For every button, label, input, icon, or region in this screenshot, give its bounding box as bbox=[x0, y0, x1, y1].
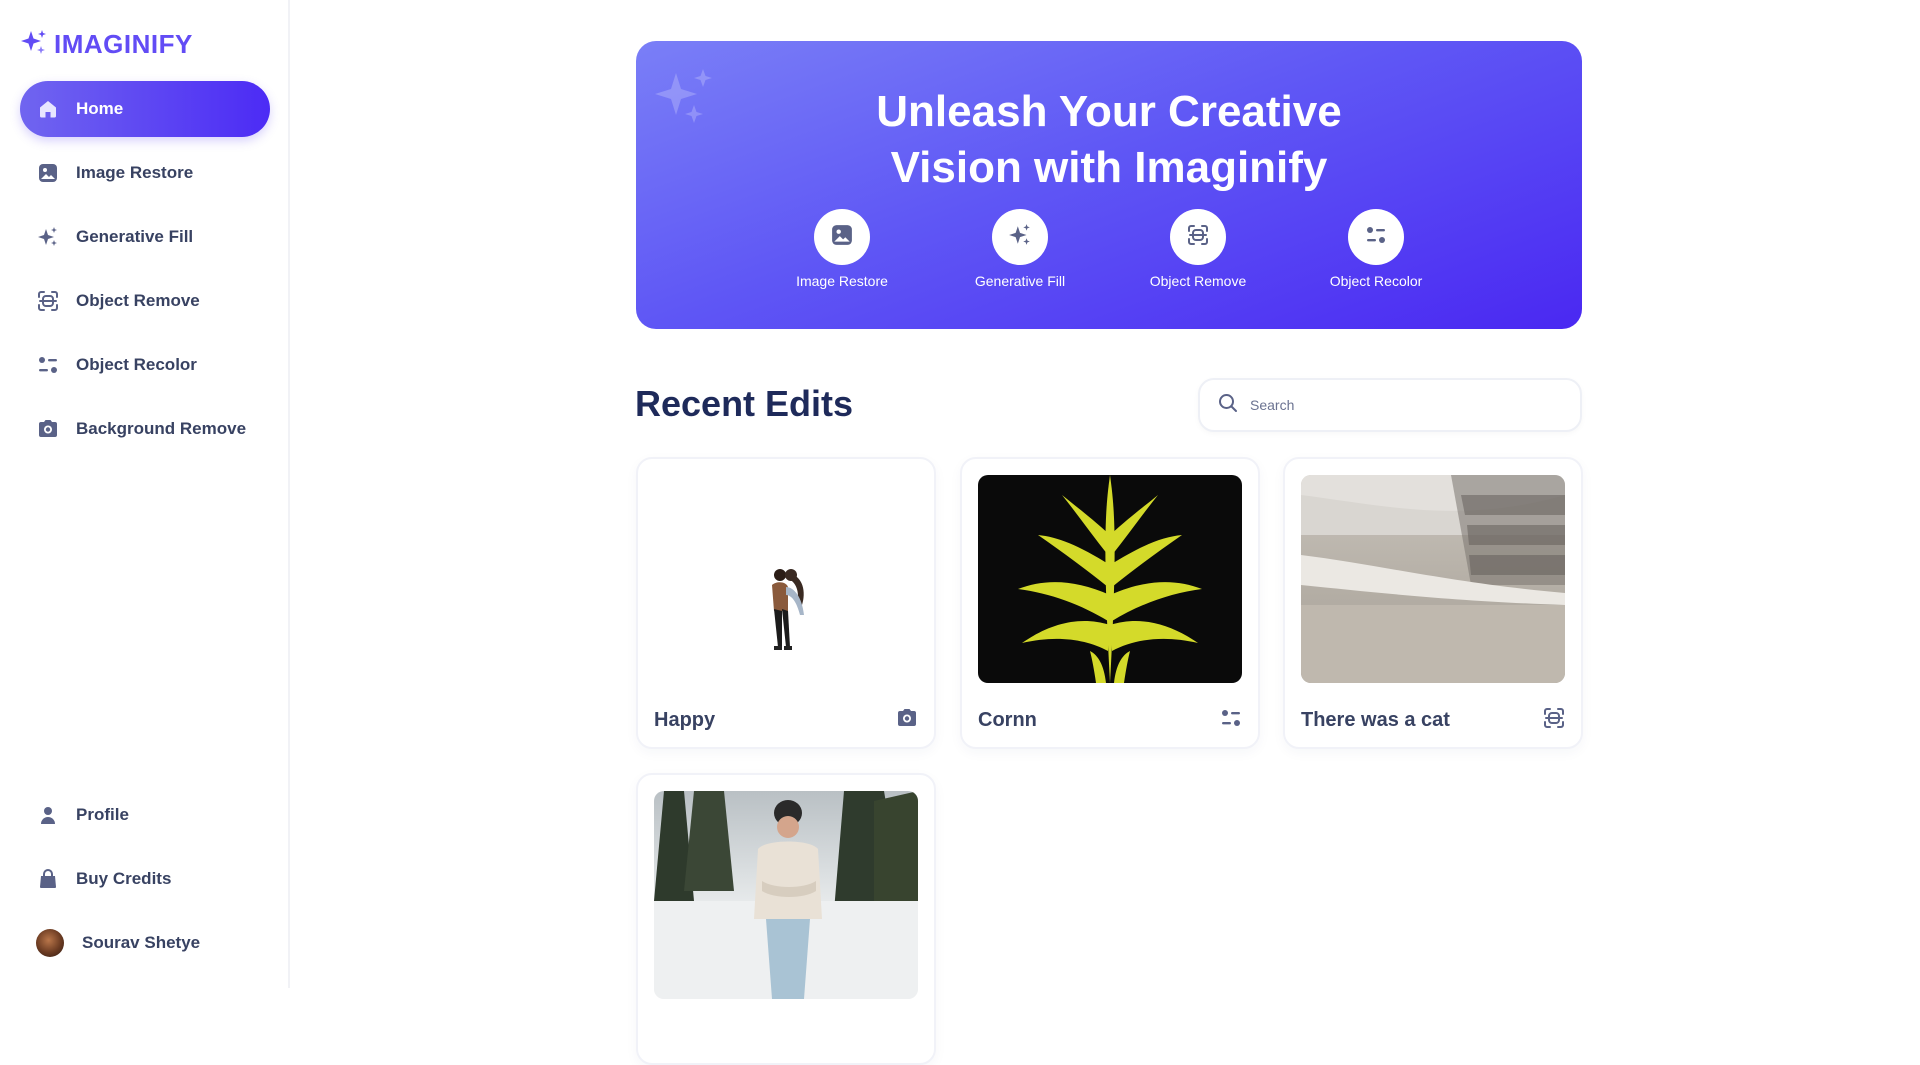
banner-title-line2: Vision with Imaginify bbox=[890, 143, 1328, 192]
sidebar-item-home[interactable]: Home bbox=[20, 81, 270, 137]
tool-label: Generative Fill bbox=[974, 273, 1066, 289]
card-caption: There was a cat bbox=[1301, 707, 1565, 734]
sidebar-item-label: Buy Credits bbox=[76, 869, 172, 888]
sidebar-item-label: Object Remove bbox=[76, 291, 200, 310]
filter-icon bbox=[36, 353, 60, 377]
hero-banner: Unleash Your Creative Vision with Imagin… bbox=[636, 41, 1582, 329]
camera-icon bbox=[896, 707, 918, 734]
banner-title: Unleash Your Creative Vision with Imagin… bbox=[636, 84, 1582, 196]
sidebar-item-image-restore[interactable]: Image Restore bbox=[20, 145, 270, 201]
tool-object-recolor[interactable]: Object Recolor bbox=[1287, 209, 1465, 289]
sparkles-icon bbox=[36, 225, 60, 249]
image-icon bbox=[36, 161, 60, 185]
card-caption: Cornn bbox=[978, 707, 1242, 734]
plant-image bbox=[1018, 475, 1202, 683]
user-name: Sourav Shetye bbox=[82, 933, 201, 952]
user-menu[interactable]: Sourav Shetye bbox=[20, 915, 270, 971]
sparkles-icon bbox=[1008, 223, 1032, 252]
sparkles-logo-icon bbox=[20, 28, 48, 61]
sidebar-item-label: Home bbox=[76, 99, 124, 118]
home-icon bbox=[36, 97, 60, 121]
card-thumbnail bbox=[654, 791, 918, 999]
sidebar-item-label: Background Remove bbox=[76, 419, 247, 438]
card-title: There was a cat bbox=[1301, 709, 1450, 731]
recent-edits-title: Recent Edits bbox=[635, 383, 854, 424]
bag-icon bbox=[36, 867, 60, 891]
sidebar-item-object-remove[interactable]: Object Remove bbox=[20, 273, 270, 329]
card-thumbnail bbox=[654, 475, 918, 683]
sidebar-item-buy-credits[interactable]: Buy Credits bbox=[20, 851, 270, 907]
tool-label: Object Recolor bbox=[1329, 273, 1423, 289]
snow-person-image bbox=[654, 791, 918, 999]
image-icon bbox=[831, 224, 853, 251]
image-card[interactable]: Cornn bbox=[960, 457, 1260, 749]
scan-icon bbox=[1187, 224, 1209, 251]
card-thumbnail bbox=[1301, 475, 1565, 683]
sidebar-item-label: Generative Fill bbox=[76, 227, 194, 246]
image-card[interactable]: There was a cat bbox=[1283, 457, 1583, 749]
stairs-image bbox=[1301, 475, 1565, 683]
sidebar: IMAGINIFY Home Image Restore Generative … bbox=[0, 0, 290, 988]
banner-title-line1: Unleash Your Creative bbox=[876, 87, 1342, 136]
tool-circle bbox=[814, 209, 870, 265]
couple-image bbox=[772, 569, 804, 650]
logo-text: IMAGINIFY bbox=[54, 29, 193, 59]
profile-icon bbox=[36, 803, 60, 827]
avatar bbox=[36, 929, 64, 957]
main-nav: Home Image Restore Generative Fill Objec… bbox=[20, 81, 270, 465]
banner-tools: Image Restore Generative Fill Object Rem… bbox=[636, 209, 1582, 289]
logo[interactable]: IMAGINIFY bbox=[20, 28, 193, 61]
image-card[interactable]: Happy bbox=[636, 457, 936, 749]
tool-label: Object Remove bbox=[1149, 273, 1247, 289]
sidebar-item-label: Image Restore bbox=[76, 163, 194, 182]
tool-image-restore[interactable]: Image Restore bbox=[753, 209, 931, 289]
card-caption: Happy bbox=[654, 707, 918, 734]
scan-icon bbox=[36, 289, 60, 313]
scan-icon bbox=[1543, 707, 1565, 734]
sidebar-item-object-recolor[interactable]: Object Recolor bbox=[20, 337, 270, 393]
search-icon bbox=[1218, 393, 1238, 418]
image-card[interactable] bbox=[636, 773, 936, 1065]
sidebar-item-profile[interactable]: Profile bbox=[20, 787, 270, 843]
filter-icon bbox=[1365, 224, 1387, 251]
camera-icon bbox=[36, 417, 60, 441]
card-title: Happy bbox=[654, 709, 716, 731]
search-input[interactable] bbox=[1250, 397, 1550, 413]
tool-generative-fill[interactable]: Generative Fill bbox=[931, 209, 1109, 289]
card-title: Cornn bbox=[978, 709, 1037, 731]
filter-icon bbox=[1220, 707, 1242, 734]
tool-circle bbox=[1348, 209, 1404, 265]
tool-circle bbox=[992, 209, 1048, 265]
tool-circle bbox=[1170, 209, 1226, 265]
sidebar-item-label: Profile bbox=[76, 805, 129, 824]
card-thumbnail bbox=[978, 475, 1242, 683]
sidebar-item-label: Object Recolor bbox=[76, 355, 197, 374]
sidebar-item-background-remove[interactable]: Background Remove bbox=[20, 401, 270, 457]
sidebar-item-generative-fill[interactable]: Generative Fill bbox=[20, 209, 270, 265]
sidebar-bottom: Profile Buy Credits Sourav Shetye bbox=[20, 787, 270, 971]
tool-label: Image Restore bbox=[796, 273, 888, 289]
tool-object-remove[interactable]: Object Remove bbox=[1109, 209, 1287, 289]
search-box[interactable] bbox=[1198, 378, 1582, 432]
